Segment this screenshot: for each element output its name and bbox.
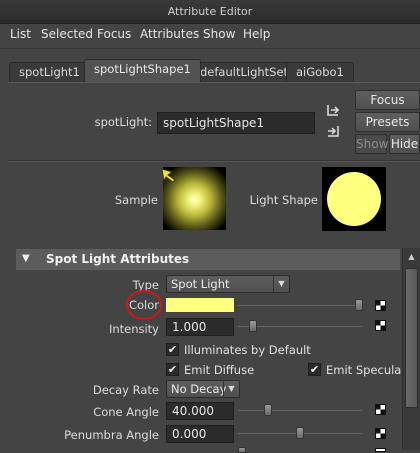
type-dropdown[interactable]: Spot Light ▼	[166, 275, 290, 293]
presets-button[interactable]: Presets	[355, 112, 420, 132]
menu-help[interactable]: Help	[243, 24, 270, 44]
menu-selected[interactable]: Selected	[41, 24, 93, 44]
cone-angle-field[interactable]: 40.000	[166, 402, 234, 420]
window-title: Attribute Editor	[167, 5, 253, 18]
focus-button[interactable]: Focus	[355, 90, 420, 110]
tab-defaultlightset[interactable]: defaultLightSet	[190, 62, 299, 82]
emit-diffuse-checkbox[interactable]: ✔	[166, 363, 179, 376]
emit-specular-label: Emit Specular	[326, 363, 407, 377]
illuminates-by-default-label: Illuminates by Default	[184, 343, 311, 357]
annotation-circle	[126, 290, 162, 320]
next-row-map-button-icon[interactable]	[375, 448, 386, 452]
chevron-down-icon: ▼	[223, 381, 239, 397]
color-slider-handle[interactable]	[355, 299, 363, 311]
sample-label: Sample	[114, 193, 158, 207]
decay-rate-label: Decay Rate	[92, 383, 159, 397]
menu-divider	[0, 48, 420, 49]
intensity-slider-handle[interactable]	[249, 320, 257, 332]
light-bulb-icon	[160, 167, 178, 183]
node-name-field[interactable]: spotLightShape1	[157, 112, 315, 134]
intensity-field[interactable]: 1.000	[166, 318, 234, 336]
cone-angle-slider-track[interactable]	[238, 410, 362, 411]
cone-angle-map-button-icon[interactable]	[375, 404, 386, 415]
chevron-down-icon: ▼	[273, 276, 289, 292]
menu-list[interactable]: List	[10, 24, 31, 44]
emit-diffuse-label: Emit Diffuse	[184, 363, 255, 377]
menu-bar: List Selected Focus Attributes Show Help	[0, 24, 420, 44]
intensity-label: Intensity	[108, 322, 159, 336]
cone-angle-label: Cone Angle	[93, 405, 159, 419]
scrollbar-thumb[interactable]	[405, 268, 418, 408]
color-swatch[interactable]	[166, 298, 234, 312]
penumbra-angle-map-button-icon[interactable]	[375, 428, 386, 439]
hide-button[interactable]: Hide	[389, 134, 420, 154]
next-row-slider-handle[interactable]	[238, 447, 246, 453]
section-title: Spot Light Attributes	[46, 252, 190, 266]
scroll-up-icon[interactable]: ▲	[405, 250, 418, 264]
decay-rate-dropdown[interactable]: No Decay ▼	[166, 380, 240, 398]
show-button[interactable]: Show	[355, 134, 388, 154]
emit-specular-checkbox[interactable]: ✔	[308, 363, 321, 376]
color-map-button-icon[interactable]	[375, 300, 386, 311]
select-output-icon[interactable]	[326, 124, 340, 138]
header-divider	[8, 160, 420, 162]
menu-attributes[interactable]: Attributes	[140, 24, 199, 44]
select-input-icon[interactable]	[326, 103, 340, 117]
window-title-bar: Attribute Editor	[0, 0, 420, 24]
penumbra-angle-label: Penumbra Angle	[64, 428, 159, 442]
light-shape-swatch[interactable]	[322, 167, 386, 231]
color-slider-track[interactable]	[238, 305, 362, 306]
tab-spotlightshape1[interactable]: spotLightShape1	[84, 59, 201, 83]
type-value: Spot Light	[171, 277, 230, 291]
menu-focus[interactable]: Focus	[97, 24, 131, 44]
light-shape-label: Light Shape	[249, 193, 318, 207]
menu-show[interactable]: Show	[203, 24, 235, 44]
decay-rate-value: No Decay	[171, 382, 227, 396]
light-shape-circle	[327, 172, 381, 226]
collapse-triangle-icon[interactable]: ▼	[22, 249, 30, 269]
penumbra-angle-slider-handle[interactable]	[296, 427, 304, 439]
tab-spotlight1[interactable]: spotLight1	[9, 62, 90, 82]
spot-light-attributes-header[interactable]: ▼ Spot Light Attributes	[16, 249, 400, 270]
vertical-scrollbar[interactable]: ▲	[402, 248, 420, 450]
tab-aigobo1[interactable]: aiGobo1	[286, 62, 354, 82]
node-type-label: spotLight:	[94, 115, 152, 129]
cone-angle-slider-handle[interactable]	[264, 404, 272, 416]
illuminates-by-default-checkbox[interactable]: ✔	[166, 343, 179, 356]
intensity-map-button-icon[interactable]	[375, 320, 386, 331]
penumbra-angle-field[interactable]: 0.000	[166, 425, 234, 443]
